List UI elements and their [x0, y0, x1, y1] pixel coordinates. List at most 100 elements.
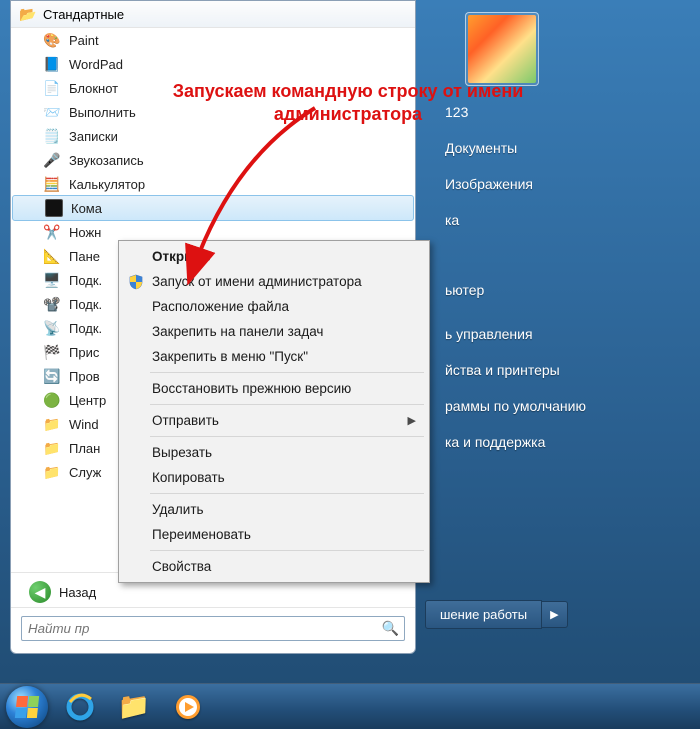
ctx-label: Вырезать — [152, 445, 212, 460]
getting-started-icon: 🏁 — [43, 343, 61, 361]
cmd-icon — [45, 199, 63, 217]
program-label: Центр — [69, 393, 106, 408]
ctx-label: Отправить — [152, 413, 219, 428]
ctx-label: Копировать — [152, 470, 225, 485]
program-item-sticky-notes[interactable]: 🗒️ Записки — [11, 124, 415, 148]
program-label: Служ — [69, 465, 101, 480]
start-menu-right-column: 123 Документы Изображения ка ьютер ь упр… — [425, 0, 690, 450]
right-link-documents[interactable]: Документы — [445, 140, 690, 156]
rdp-icon: 🖥️ — [43, 271, 61, 289]
ctx-copy[interactable]: Копировать — [122, 465, 426, 490]
ctx-open[interactable]: Открыть — [122, 244, 426, 269]
user-avatar-image — [468, 15, 536, 83]
user-avatar-frame[interactable] — [465, 12, 539, 86]
right-link-default-progs[interactable]: раммы по умолчанию — [445, 398, 690, 414]
program-label: Подк. — [69, 273, 102, 288]
annotation-line-1: Запускаем командную строку от имени — [173, 81, 524, 101]
ctx-separator — [150, 550, 424, 551]
program-item-calculator[interactable]: 🧮 Калькулятор — [11, 172, 415, 196]
folder-open-icon: 📂 — [19, 5, 37, 23]
programs-folder-header[interactable]: 📂 Стандартные — [11, 1, 415, 28]
submenu-arrow-icon: ▶ — [408, 414, 416, 427]
ctx-label: Свойства — [152, 559, 211, 574]
ctx-label: Восстановить прежнюю версию — [152, 381, 351, 396]
projector-icon: 📽️ — [43, 295, 61, 313]
ctx-label: Переименовать — [152, 527, 251, 542]
program-item-paint[interactable]: 🎨 Paint — [11, 28, 415, 52]
taskbar-ie[interactable] — [58, 690, 102, 724]
folder-icon: 📁 — [43, 415, 61, 433]
ctx-properties[interactable]: Свойства — [122, 554, 426, 579]
calculator-icon: 🧮 — [43, 175, 61, 193]
ie-icon — [65, 692, 95, 722]
network-projector-icon: 📡 — [43, 319, 61, 337]
windows-logo-icon — [15, 696, 39, 718]
program-item-sound-recorder[interactable]: 🎤 Звукозапись — [11, 148, 415, 172]
program-label: Звукозапись — [69, 153, 144, 168]
right-link-control-panel[interactable]: ь управления — [445, 326, 690, 342]
ctx-restore-version[interactable]: Восстановить прежнюю версию — [122, 376, 426, 401]
explorer-folder-icon: 📁 — [118, 691, 150, 722]
ctx-separator — [150, 372, 424, 373]
sync-center-icon: 🟢 — [43, 391, 61, 409]
ctx-label: Закрепить в меню "Пуск" — [152, 349, 308, 364]
ctx-label: Расположение файла — [152, 299, 289, 314]
program-label: Записки — [69, 129, 118, 144]
explorer-icon: 🔄 — [43, 367, 61, 385]
program-item-cmd[interactable]: Кома — [12, 195, 414, 221]
sticky-notes-icon: 🗒️ — [43, 127, 61, 145]
system-tools-folder-icon: 📁 — [43, 463, 61, 481]
shutdown-options-button[interactable]: ▶ — [542, 601, 567, 628]
program-label: Кома — [71, 201, 102, 216]
ctx-send-to[interactable]: Отправить ▶ — [122, 408, 426, 433]
search-input[interactable] — [21, 616, 405, 641]
search-row: 🔍 — [11, 607, 415, 653]
program-label: Ножн — [69, 225, 101, 240]
program-label: WordPad — [69, 57, 123, 72]
ctx-cut[interactable]: Вырезать — [122, 440, 426, 465]
taskbar: 📁 — [0, 683, 700, 729]
ctx-separator — [150, 404, 424, 405]
back-label: Назад — [59, 585, 96, 600]
right-link-devices[interactable]: йства и принтеры — [445, 362, 690, 378]
ctx-file-location[interactable]: Расположение файла — [122, 294, 426, 319]
search-icon: 🔍 — [382, 620, 399, 637]
right-link-music[interactable]: ка — [445, 212, 690, 228]
ctx-label: Открыть — [152, 249, 211, 264]
right-link-help[interactable]: ка и поддержка — [445, 434, 690, 450]
back-arrow-icon: ◀ — [29, 581, 51, 603]
right-link-computer[interactable]: ьютер — [445, 282, 690, 298]
tutorial-annotation: Запускаем командную строку от имени адми… — [168, 80, 528, 125]
ctx-rename[interactable]: Переименовать — [122, 522, 426, 547]
right-link-images[interactable]: Изображения — [445, 176, 690, 192]
paint-icon: 🎨 — [43, 31, 61, 49]
shutdown-row: шение работы ▶ — [425, 600, 568, 629]
program-label: План — [69, 441, 100, 456]
ctx-pin-start[interactable]: Закрепить в меню "Пуск" — [122, 344, 426, 369]
wordpad-icon: 📘 — [43, 55, 61, 73]
program-label: Прис — [69, 345, 99, 360]
ctx-pin-taskbar[interactable]: Закрепить на панели задач — [122, 319, 426, 344]
program-item-wordpad[interactable]: 📘 WordPad — [11, 52, 415, 76]
ctx-delete[interactable]: Удалить — [122, 497, 426, 522]
math-panel-icon: 📐 — [43, 247, 61, 265]
program-label: Подк. — [69, 297, 102, 312]
program-label: Блокнот — [69, 81, 118, 96]
ctx-separator — [150, 436, 424, 437]
program-label: Выполнить — [69, 105, 136, 120]
sound-recorder-icon: 🎤 — [43, 151, 61, 169]
run-icon: 📨 — [43, 103, 61, 121]
context-menu: Открыть Запуск от имени администратора Р… — [118, 240, 430, 583]
ctx-run-as-admin[interactable]: Запуск от имени администратора — [122, 269, 426, 294]
taskbar-media-player[interactable] — [166, 690, 210, 724]
media-player-icon — [173, 692, 203, 722]
taskbar-explorer[interactable]: 📁 — [112, 690, 156, 724]
uac-shield-icon — [128, 274, 144, 290]
program-label: Калькулятор — [69, 177, 145, 192]
shutdown-button[interactable]: шение работы — [425, 600, 542, 629]
start-orb[interactable] — [6, 686, 48, 728]
annotation-line-2: администратора — [274, 104, 422, 124]
ctx-label: Закрепить на панели задач — [152, 324, 323, 339]
folder-title: Стандартные — [43, 7, 124, 22]
program-label: Wind — [69, 417, 99, 432]
